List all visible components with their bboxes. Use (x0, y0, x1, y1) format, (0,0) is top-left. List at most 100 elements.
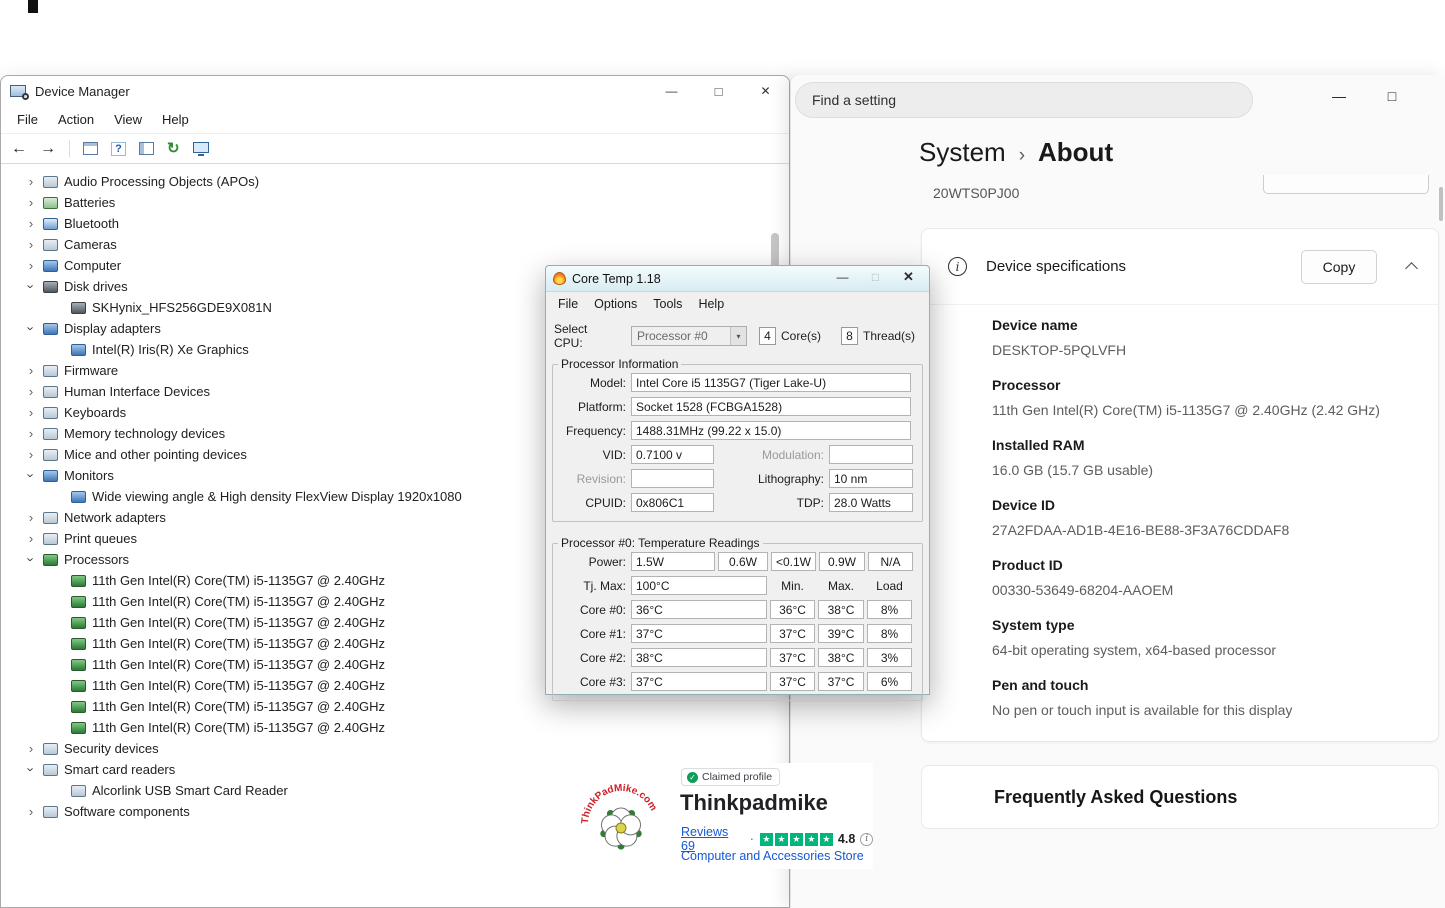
rating-info-icon[interactable]: i (860, 833, 873, 846)
select-cpu-row: Select CPU: Processor #0 ▾ 4 Core(s) 8 T… (546, 316, 929, 355)
device-manager-title: Device Manager (35, 84, 130, 99)
toolbar-separator (69, 140, 70, 157)
dm-menubar: FileActionViewHelp (1, 106, 789, 134)
disk-icon (71, 302, 86, 314)
screen-corner-artifact (28, 0, 38, 13)
core-load-field: 8% (867, 624, 912, 643)
chevron-right-icon[interactable]: › (23, 427, 39, 440)
store-link[interactable]: Computer and Accessories Store (681, 849, 864, 863)
core-count-label: Core(s) (781, 329, 821, 343)
breadcrumb-system[interactable]: System (919, 137, 1006, 168)
chevron-up-icon[interactable] (1405, 262, 1418, 275)
device-manager-app-icon (10, 85, 26, 97)
tree-item-label: Mice and other pointing devices (64, 447, 247, 462)
chevron-down-icon[interactable]: › (25, 468, 38, 484)
tree-item[interactable]: ›Cameras (1, 234, 789, 255)
ct-menu-file[interactable]: File (550, 297, 586, 311)
dm-menu-file[interactable]: File (7, 112, 48, 127)
modulation-field (829, 445, 913, 464)
tree-item-label: Wide viewing angle & High density FlexVi… (92, 489, 462, 504)
tjmax-field: 100°C (631, 576, 767, 595)
hid-icon (43, 386, 58, 398)
chevron-right-icon[interactable]: › (23, 805, 39, 818)
chevron-right-icon[interactable]: › (23, 364, 39, 377)
modulation-label: Modulation: (714, 448, 829, 462)
tjmax-label: Tj. Max: (558, 579, 631, 593)
settings-minimize-icon[interactable]: — (1316, 75, 1362, 117)
info-icon: i (948, 257, 967, 276)
chevron-down-icon[interactable]: › (25, 552, 38, 568)
tdp-field: 28.0 Watts (829, 493, 913, 512)
chevron-right-icon[interactable]: › (23, 406, 39, 419)
tree-item[interactable]: › Bluetooth (1, 213, 789, 234)
chevron-right-icon[interactable]: › (23, 238, 39, 251)
processor-icon (71, 659, 86, 671)
security-icon (43, 743, 58, 755)
revision-label: Revision: (558, 472, 631, 486)
tree-item[interactable]: ›Batteries (1, 192, 789, 213)
tree-item-label: Software components (64, 804, 190, 819)
chevron-right-icon[interactable]: › (23, 217, 39, 230)
console-view-icon[interactable] (83, 142, 98, 155)
tree-item[interactable]: ›Security devices (1, 738, 789, 759)
dm-menu-help[interactable]: Help (152, 112, 199, 127)
claimed-profile-label: Claimed profile (702, 771, 772, 783)
core-temp-titlebar: Core Temp 1.18 — □ ✕ (546, 266, 929, 292)
settings-maximize-icon[interactable]: □ (1369, 75, 1415, 117)
chevron-down-icon[interactable]: › (25, 321, 38, 337)
forward-icon[interactable]: → (40, 141, 56, 157)
chevron-right-icon[interactable]: › (23, 259, 39, 272)
tree-item-label: 11th Gen Intel(R) Core(TM) i5-1135G7 @ 2… (92, 720, 385, 735)
power-field: <0.1W (771, 552, 816, 571)
ct-menu-help[interactable]: Help (690, 297, 732, 311)
properties-icon[interactable] (139, 142, 154, 155)
core-temp-field: 37°C (631, 624, 767, 643)
chevron-down-icon[interactable]: › (25, 279, 38, 295)
minimize-icon[interactable]: — (648, 76, 695, 106)
faq-section[interactable]: Frequently Asked Questions (921, 765, 1439, 829)
tree-item-label: Alcorlink USB Smart Card Reader (92, 783, 288, 798)
device-specifications-header[interactable]: i Device specifications Copy (922, 229, 1438, 305)
chevron-right-icon[interactable]: › (23, 196, 39, 209)
apo-icon (43, 176, 58, 188)
spec-label: Product ID (992, 557, 1412, 573)
spec-label: System type (992, 617, 1412, 633)
help-icon[interactable]: ? (111, 142, 126, 156)
platform-label: Platform: (558, 400, 631, 414)
chevron-right-icon[interactable]: › (23, 448, 39, 461)
ct-menu-tools[interactable]: Tools (645, 297, 690, 311)
chevron-right-icon[interactable]: › (23, 742, 39, 755)
settings-search-input[interactable] (795, 82, 1253, 118)
ct-menu-options[interactable]: Options (586, 297, 645, 311)
tree-item-label: Bluetooth (64, 216, 119, 231)
disk-icon (43, 281, 58, 293)
dm-menu-view[interactable]: View (104, 112, 152, 127)
dot-separator: · (750, 832, 754, 846)
maximize-icon[interactable]: □ (695, 76, 742, 106)
back-icon[interactable]: ← (11, 141, 27, 157)
chevron-right-icon[interactable]: › (23, 175, 39, 188)
tree-item[interactable]: ›Audio Processing Objects (APOs) (1, 171, 789, 192)
chevron-right-icon[interactable]: › (23, 511, 39, 524)
ct-close-icon[interactable]: ✕ (892, 266, 925, 288)
cpu-selector-dropdown[interactable]: Processor #0 ▾ (631, 326, 747, 346)
model-field: Intel Core i5 1135G7 (Tiger Lake-U) (631, 373, 911, 392)
settings-scrollbar-thumb[interactable] (1439, 187, 1443, 221)
copy-button[interactable]: Copy (1301, 250, 1377, 284)
dm-menu-action[interactable]: Action (48, 112, 104, 127)
power-field: 0.6W (718, 552, 768, 571)
core-row-label: Core #1: (558, 627, 631, 641)
scan-hardware-icon[interactable]: ↻ (167, 141, 180, 156)
close-icon[interactable]: ✕ (742, 76, 789, 106)
ct-minimize-icon[interactable]: — (826, 266, 859, 288)
processor-icon (43, 554, 58, 566)
chevron-right-icon[interactable]: › (23, 385, 39, 398)
tree-item[interactable]: 11th Gen Intel(R) Core(TM) i5-1135G7 @ 2… (1, 717, 789, 738)
firmware-icon (43, 365, 58, 377)
chevron-right-icon[interactable]: › (23, 532, 39, 545)
monitor-toolbar-icon[interactable] (193, 142, 209, 153)
smartcard-icon (71, 785, 86, 797)
rename-pc-button-partial[interactable] (1263, 175, 1429, 194)
spec-value: 00330-53649-68204-AAOEM (992, 580, 1412, 600)
chevron-down-icon[interactable]: › (25, 762, 38, 778)
